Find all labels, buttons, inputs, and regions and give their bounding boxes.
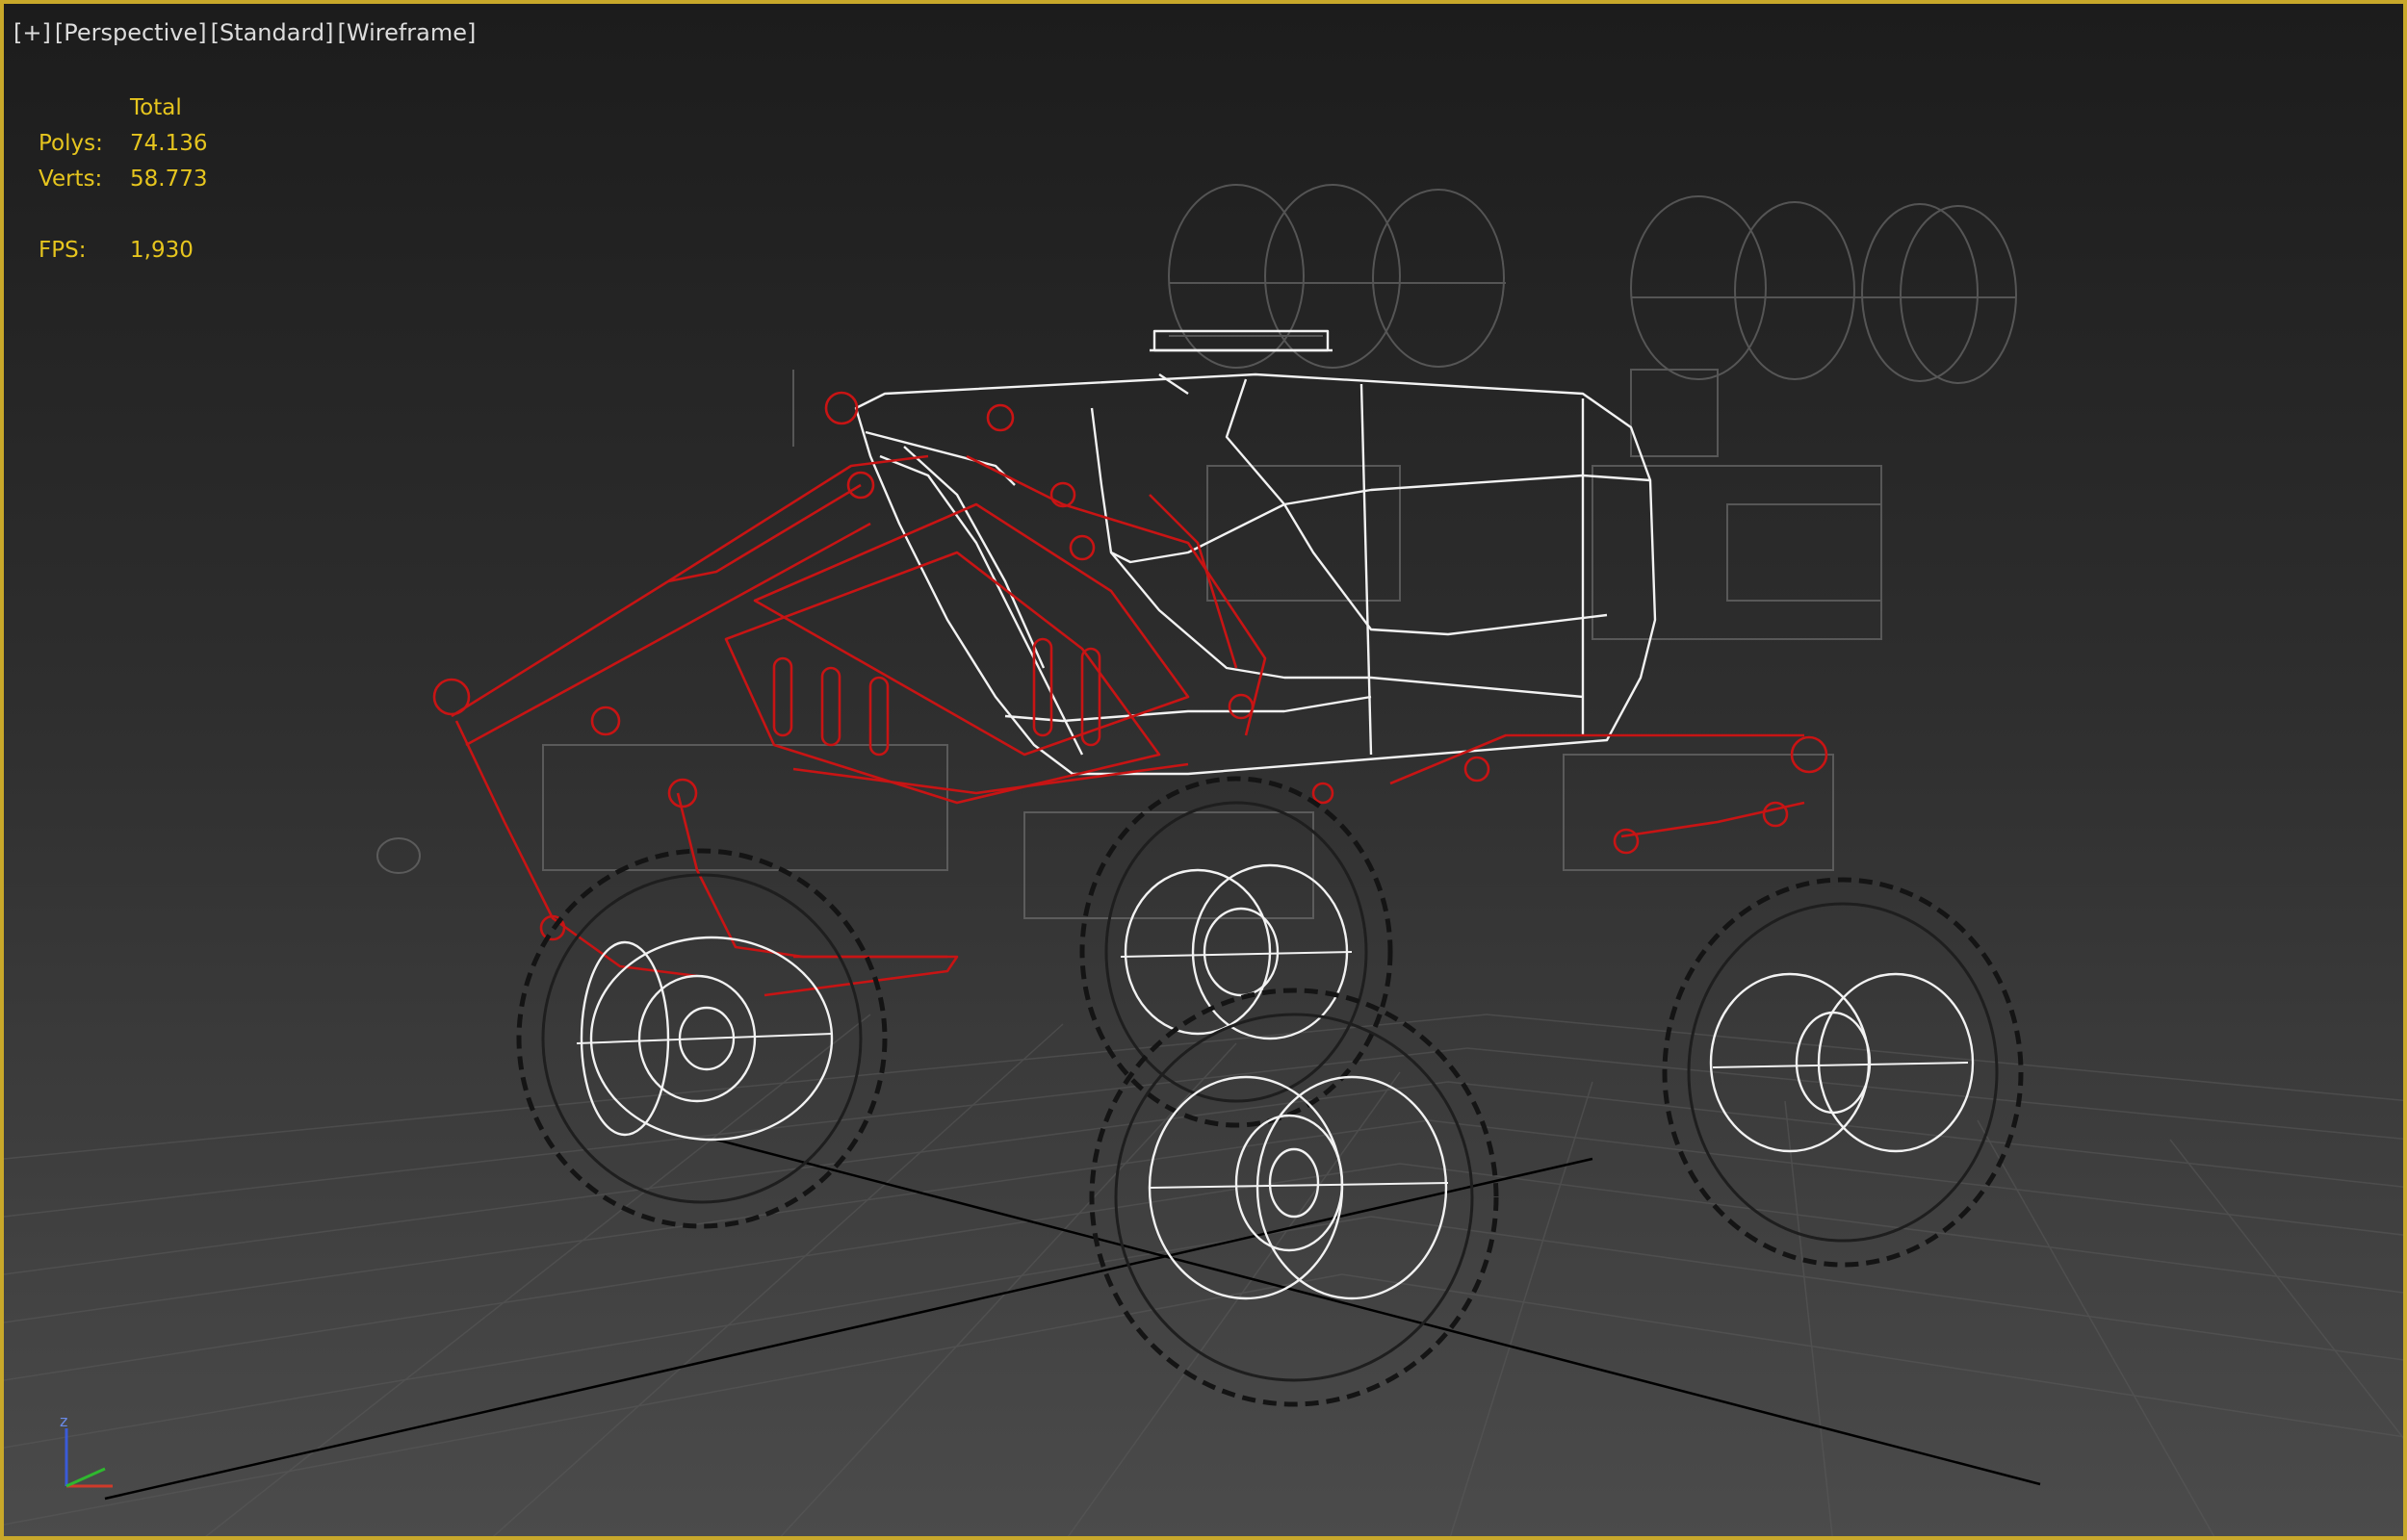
background-rig-wireframe[interactable] <box>376 184 2017 919</box>
perspective-viewport[interactable]: [+] [Perspective] [Standard] [Wireframe]… <box>0 0 2407 1540</box>
body-shell-wireframe[interactable] <box>854 329 1657 776</box>
wheel-front-right[interactable] <box>1089 988 1499 1407</box>
verts-value: 58.773 <box>130 167 208 192</box>
viewport-point-of-view-menu[interactable]: [Perspective] <box>55 19 207 46</box>
viewport-general-menu[interactable]: [+] <box>13 19 51 46</box>
scene-statistics: Total Polys: 74.136 Verts: 58.773 FPS: 1… <box>39 90 207 269</box>
axis-z-label: z <box>60 1412 67 1430</box>
viewport-display-mode-menu[interactable]: [Wireframe] <box>338 19 477 46</box>
viewport-shading-style-menu[interactable]: [Standard] <box>211 19 334 46</box>
wheel-rear-left[interactable] <box>1079 776 1393 1128</box>
polys-label: Polys: <box>39 131 103 156</box>
polys-value: 74.136 <box>130 131 208 156</box>
stats-total-header: Total <box>130 95 182 120</box>
xyz-axis-tripod-icon: z <box>60 1412 113 1488</box>
fps-label: FPS: <box>39 238 87 263</box>
wireframe-scene[interactable] <box>4 4 2407 1540</box>
floor-grid <box>4 1014 2403 1536</box>
viewport-label-menu: [+] [Perspective] [Standard] [Wireframe] <box>13 19 476 46</box>
selected-chassis-wireframe[interactable] <box>432 391 1828 997</box>
verts-label: Verts: <box>39 167 103 192</box>
fps-value: 1,930 <box>130 238 194 263</box>
